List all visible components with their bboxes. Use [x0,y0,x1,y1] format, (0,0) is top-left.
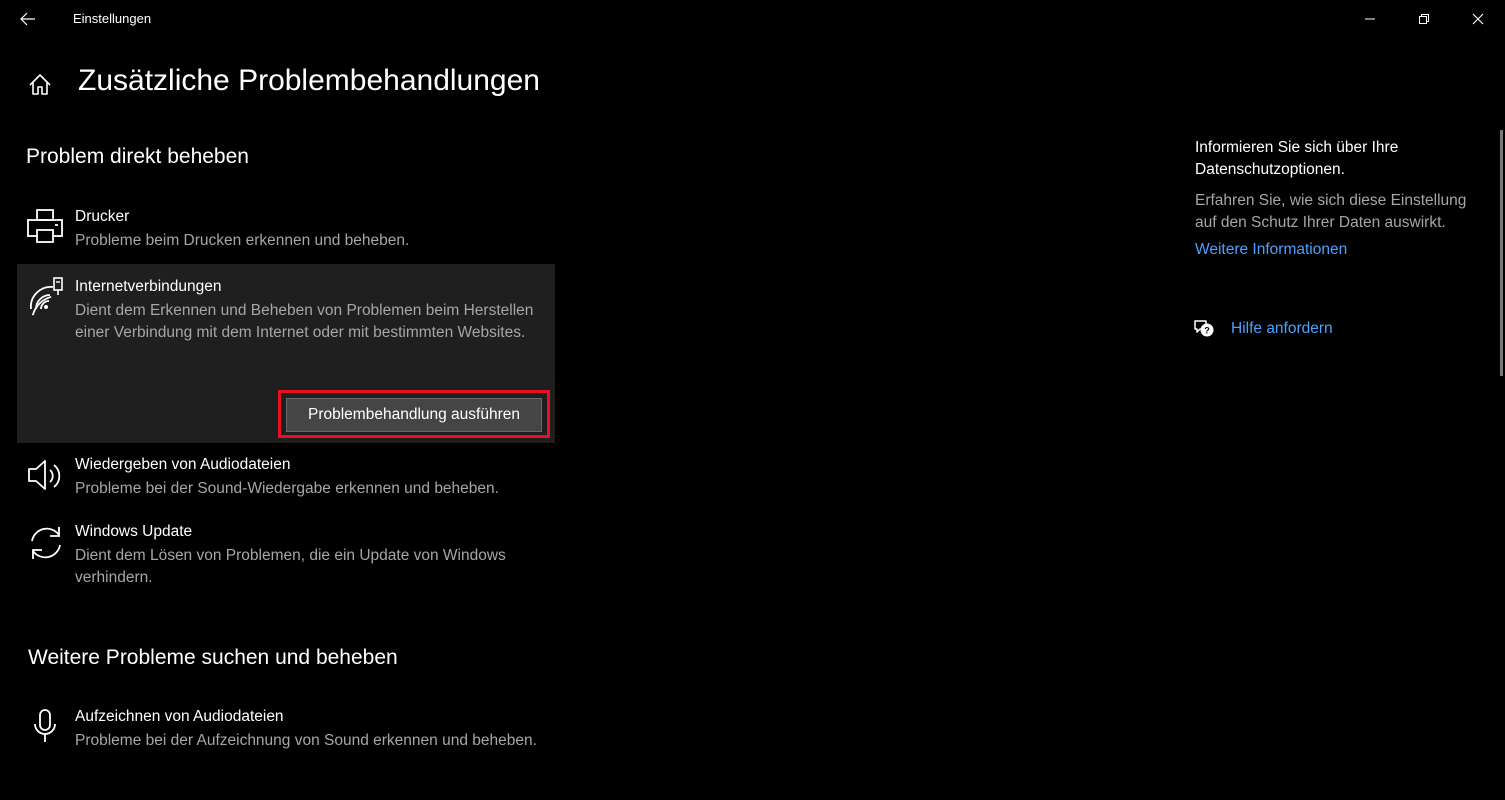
printer-icon [26,208,66,248]
run-troubleshooter-button[interactable]: Problembehandlung ausführen [286,398,542,432]
svg-text:?: ? [1204,326,1210,336]
window-title: Einstellungen [73,11,152,26]
section-title-direct: Problem direkt beheben [26,145,249,168]
troubleshooter-windows-update[interactable]: Windows Update Dient dem Lösen von Probl… [17,523,555,593]
page-title: Zusätzliche Problembehandlungen [78,64,540,97]
item-name: Aufzeichnen von Audiodateien [75,708,284,725]
item-description: Dient dem Erkennen und Beheben von Probl… [75,302,534,341]
more-info-link[interactable]: Weitere Informationen [1195,241,1485,259]
troubleshooter-audio-recording[interactable]: Aufzeichnen von Audiodateien Probleme be… [17,708,555,778]
item-name: Wiedergeben von Audiodateien [75,456,291,473]
arrow-left-icon [20,12,35,26]
troubleshooter-internet[interactable]: Internetverbindungen Dient dem Erkennen … [17,264,555,443]
home-icon [29,74,51,95]
item-name: Windows Update [75,523,193,540]
title-bar: Einstellungen [0,0,1505,38]
privacy-title: Informieren Sie sich über Ihre Datenschu… [1195,139,1399,178]
back-button[interactable] [12,4,44,34]
privacy-panel: Informieren Sie sich über Ihre Datenschu… [1195,137,1485,259]
item-name: Drucker [75,208,130,225]
restore-button[interactable] [1397,0,1451,38]
refresh-icon [26,523,66,563]
troubleshooter-audio-playback[interactable]: Wiedergeben von Audiodateien Probleme be… [17,456,555,512]
item-name: Internetverbindungen [75,278,222,295]
minimize-icon [1365,18,1375,20]
restore-icon [1419,14,1429,24]
privacy-description: Erfahren Sie, wie sich diese Einstellung… [1195,192,1467,231]
get-help[interactable]: ? Hilfe anfordern [1193,319,1333,339]
chat-help-icon: ? [1194,320,1214,337]
microphone-icon [26,708,66,748]
item-description: Probleme bei der Aufzeichnung von Sound … [75,732,537,749]
home-button[interactable] [26,71,54,99]
minimize-button[interactable] [1343,0,1397,38]
help-link[interactable]: Hilfe anfordern [1231,320,1333,338]
wifi-icon [26,276,66,316]
speaker-icon [26,456,66,496]
item-description: Probleme bei der Sound-Wiedergabe erkenn… [75,480,499,497]
scrollbar[interactable] [1500,130,1503,376]
close-button[interactable] [1451,0,1505,38]
section-title-more: Weitere Probleme suchen und beheben [28,646,398,669]
item-description: Dient dem Lösen von Problemen, die ein U… [75,547,506,586]
close-icon [1472,13,1484,25]
troubleshooter-printer[interactable]: Drucker Probleme beim Drucken erkennen u… [17,208,555,264]
item-description: Probleme beim Drucken erkennen und beheb… [75,232,410,249]
